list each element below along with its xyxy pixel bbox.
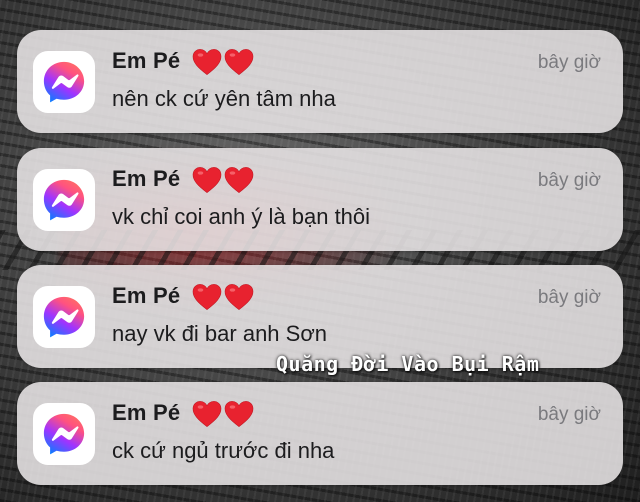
sender-name: Em Pé	[112, 48, 181, 73]
messenger-icon	[33, 403, 95, 465]
notification-time: bây giờ	[537, 52, 601, 73]
red-heart-icon	[192, 49, 222, 75]
red-heart-icon	[224, 284, 254, 310]
red-heart-icon	[224, 167, 254, 193]
notification-message: nên ck cứ yên tâm nha	[112, 86, 336, 111]
red-heart-icon	[224, 49, 254, 75]
sender-emoji	[192, 283, 254, 311]
sender-name: Em Pé	[112, 400, 181, 425]
sender-emoji	[192, 48, 254, 76]
notification-card[interactable]: Em Pé bây giờ vk chỉ coi anh ý là bạn th…	[17, 148, 623, 251]
sender-emoji	[192, 166, 254, 194]
red-heart-icon	[192, 401, 222, 427]
watermark-text: Quăng Đời Vào Bụi Rậm	[276, 352, 540, 376]
messenger-icon	[33, 286, 95, 348]
red-heart-icon	[192, 167, 222, 193]
notification-message: nay vk đi bar anh Sơn	[112, 321, 327, 346]
notification-time: bây giờ	[537, 170, 601, 191]
notification-card[interactable]: Em Pé bây giờ ck cứ ngủ trước đi nha	[17, 382, 623, 485]
notification-message: ck cứ ngủ trước đi nha	[112, 438, 335, 463]
notification-message: vk chỉ coi anh ý là bạn thôi	[112, 204, 371, 229]
notification-card[interactable]: Em Pé bây giờ nên ck cứ yên tâm nha	[17, 30, 623, 133]
notification-time: bây giờ	[537, 287, 601, 308]
red-heart-icon	[224, 401, 254, 427]
messenger-icon	[33, 51, 95, 113]
red-heart-icon	[192, 284, 222, 310]
sender-name: Em Pé	[112, 283, 181, 308]
messenger-icon	[33, 169, 95, 231]
notification-time: bây giờ	[537, 404, 601, 425]
sender-emoji	[192, 400, 254, 428]
sender-name: Em Pé	[112, 166, 181, 191]
